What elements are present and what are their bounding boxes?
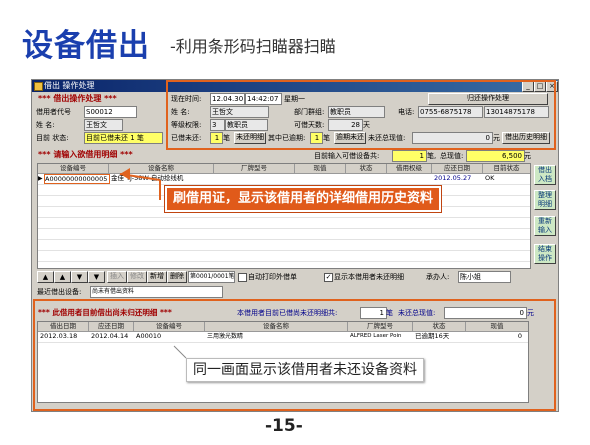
page-number: -15- bbox=[265, 416, 303, 436]
callout2-line bbox=[173, 345, 187, 359]
callout-arrow-head bbox=[120, 168, 130, 180]
card-scan-callout: 刷借用证，显示该借用者的详细借用历史资料 bbox=[165, 186, 442, 212]
same-screen-callout: 同一画面显示该借用者未还设备资料 bbox=[186, 358, 424, 382]
